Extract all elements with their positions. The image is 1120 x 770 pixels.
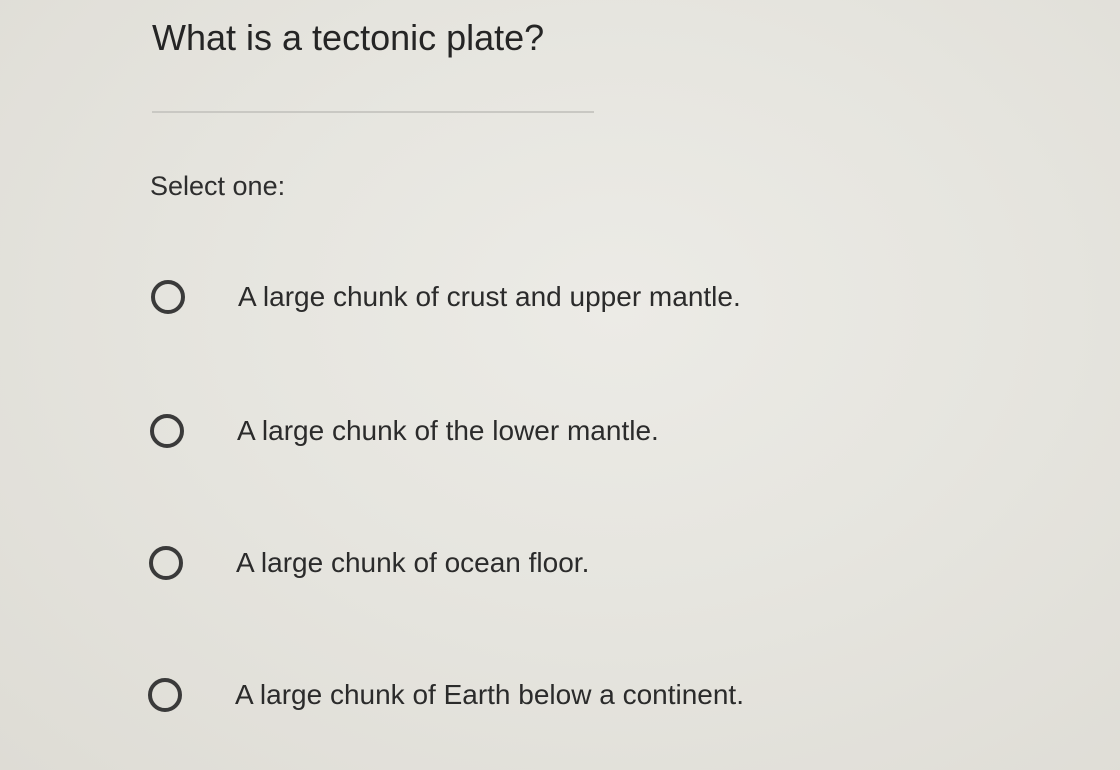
answer-option-ocean-floor[interactable]: A large chunk of ocean floor. (149, 538, 589, 588)
answer-option-label[interactable]: A large chunk of Earth below a continent… (235, 677, 744, 713)
answer-option-label[interactable]: A large chunk of the lower mantle. (237, 413, 659, 449)
radio-button-icon[interactable] (149, 546, 183, 580)
answer-option-crust-upper-mantle[interactable]: A large chunk of crust and upper mantle. (151, 272, 741, 322)
title-divider (152, 111, 594, 113)
answer-option-earth-below-continent[interactable]: A large chunk of Earth below a continent… (148, 670, 744, 720)
select-one-prompt: Select one: (150, 171, 286, 201)
radio-button-icon[interactable] (150, 414, 184, 448)
question-title: What is a tectonic plate? (152, 17, 545, 58)
answer-option-label[interactable]: A large chunk of ocean floor. (236, 545, 589, 581)
answer-option-lower-mantle[interactable]: A large chunk of the lower mantle. (150, 406, 659, 456)
radio-button-icon[interactable] (151, 280, 185, 314)
radio-button-icon[interactable] (148, 678, 182, 712)
answer-option-label[interactable]: A large chunk of crust and upper mantle. (238, 279, 741, 315)
